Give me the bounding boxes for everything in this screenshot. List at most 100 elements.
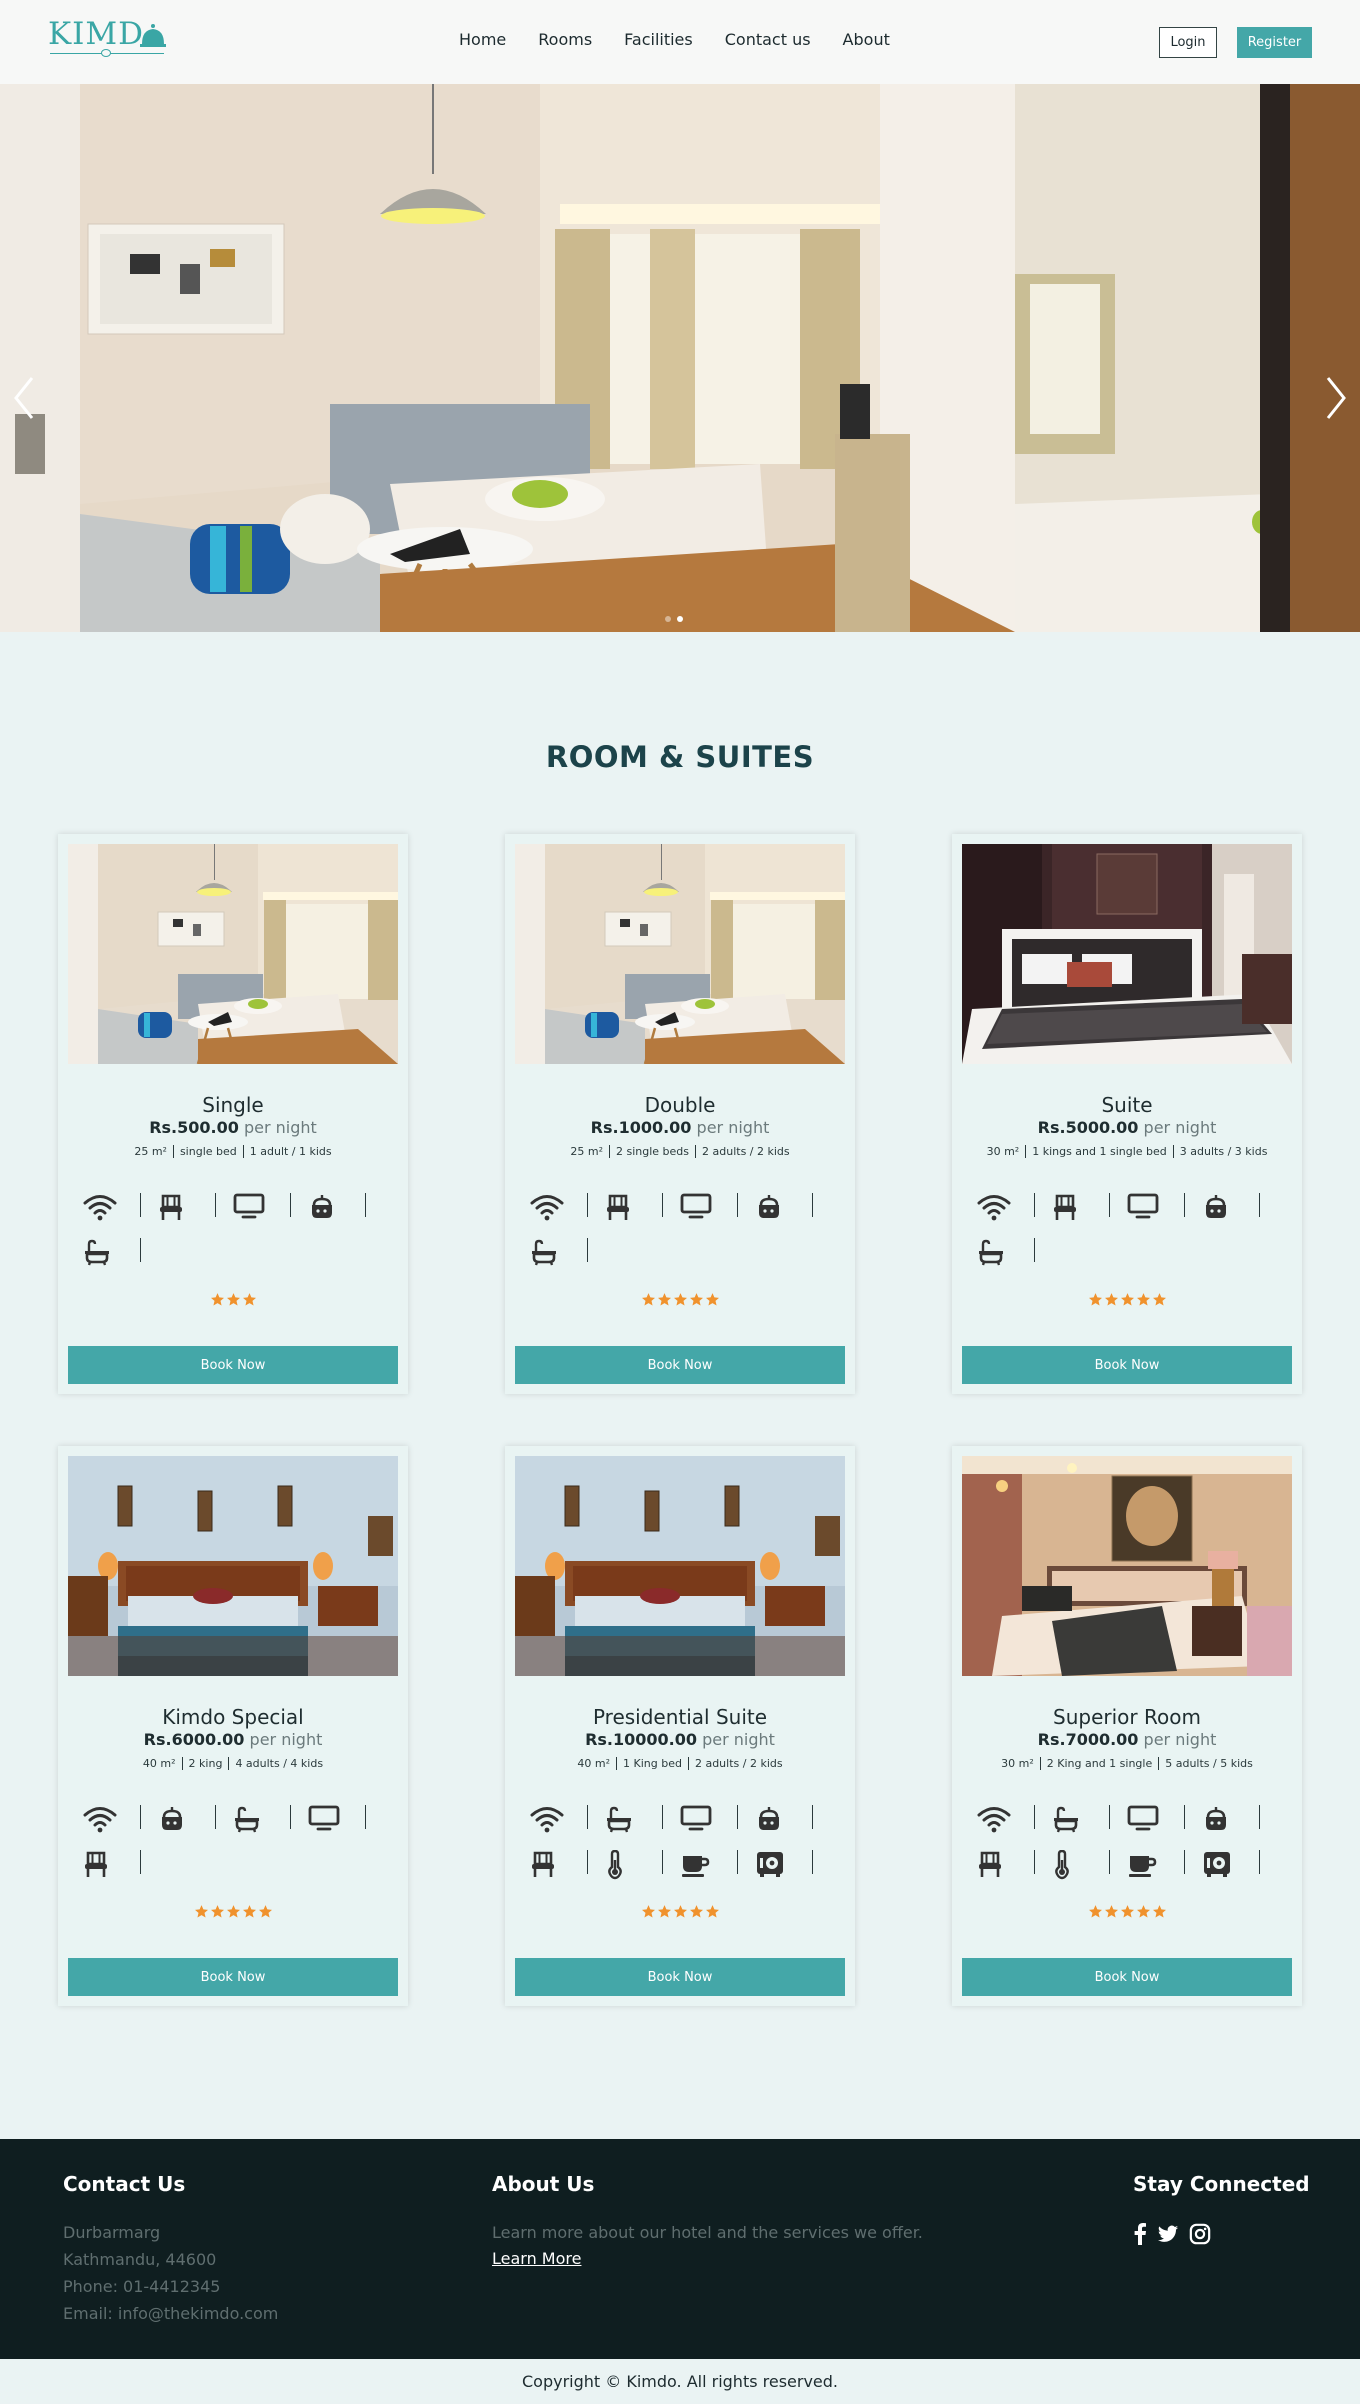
section-title: ROOM & SUITES (545, 740, 815, 774)
star-icon (1152, 1292, 1167, 1307)
room-image[interactable] (515, 844, 845, 1064)
room-image[interactable] (68, 844, 398, 1064)
amenity-icon (530, 1193, 564, 1221)
room-detail-item: 2 single beds (608, 1145, 695, 1158)
room-price: Rs.10000.00 per night (505, 1730, 855, 1749)
price-value: Rs.500.00 (149, 1118, 239, 1137)
facebook-icon[interactable] (1133, 2223, 1147, 2245)
book-now-button[interactable]: Book Now (962, 1958, 1292, 1996)
amenity-divider (215, 1805, 216, 1829)
amenity-divider (140, 1850, 141, 1874)
room-name: Double (644, 1093, 716, 1117)
star-icon (1088, 1292, 1103, 1307)
book-now-button[interactable]: Book Now (68, 1346, 398, 1384)
room-name: Kimdo Special (162, 1705, 304, 1729)
star-icon (705, 1904, 720, 1919)
star-icon (641, 1292, 656, 1307)
carousel-next-icon[interactable] (1324, 376, 1348, 420)
nav-facilities[interactable]: Facilities (624, 30, 693, 49)
room-name: Single (202, 1093, 264, 1117)
amenity-icon (680, 1805, 712, 1831)
star-icon (641, 1904, 656, 1919)
nav-home[interactable]: Home (459, 30, 506, 49)
room-detail-item: single bed (172, 1145, 243, 1158)
logo[interactable]: KIMD (48, 16, 168, 60)
learn-more-link[interactable]: Learn More (492, 2249, 581, 2268)
nav-rooms[interactable]: Rooms (538, 30, 592, 49)
coffee-cup-icon (1129, 1856, 1157, 1877)
amenity-divider (1109, 1193, 1110, 1217)
amenity-icon (1127, 1850, 1157, 1878)
star-icon (194, 1904, 209, 1919)
chair-icon (607, 1194, 629, 1220)
thermometer-icon (608, 1850, 622, 1880)
amenity-divider (140, 1193, 141, 1217)
carousel-prev-icon[interactable] (12, 376, 36, 420)
amenity-icon (83, 1850, 109, 1878)
room-image[interactable] (962, 1456, 1292, 1676)
amenity-divider (1109, 1805, 1110, 1829)
amenity-icon (530, 1850, 556, 1878)
register-button[interactable]: Register (1237, 27, 1312, 58)
book-now-button[interactable]: Book Now (68, 1958, 398, 1996)
nav-contact[interactable]: Contact us (725, 30, 811, 49)
room-image[interactable] (962, 844, 1292, 1064)
room-details: 30 m² 2 King and 1 single 5 adults / 5 kid… (952, 1757, 1302, 1770)
kettle-icon (759, 1807, 779, 1830)
room-detail-item: 25 m² (570, 1145, 603, 1158)
amenity-divider (662, 1850, 663, 1874)
amenity-divider (1184, 1805, 1185, 1829)
price-unit: per night (249, 1730, 323, 1749)
kettle-icon (162, 1807, 182, 1830)
nav-about[interactable]: About (843, 30, 890, 49)
room-detail-item: 2 King and 1 single (1039, 1757, 1158, 1770)
amenity-divider (587, 1850, 588, 1874)
book-now-button[interactable]: Book Now (962, 1346, 1292, 1384)
star-icon (657, 1904, 672, 1919)
amenities (530, 1193, 830, 1283)
hero-carousel (0, 84, 1360, 632)
carousel-indicator-2[interactable] (677, 616, 683, 622)
login-button[interactable]: Login (1159, 27, 1217, 58)
book-now-button[interactable]: Book Now (515, 1958, 845, 1996)
wifi-icon (83, 1195, 117, 1221)
star-icon (1088, 1904, 1103, 1919)
price-value: Rs.5000.00 (1037, 1118, 1139, 1137)
room-image[interactable] (68, 1456, 398, 1676)
amenity-divider (1034, 1850, 1035, 1874)
amenities (83, 1193, 383, 1283)
amenity-icon (977, 1850, 1003, 1878)
amenity-icon (680, 1193, 712, 1219)
star-icon (1104, 1292, 1119, 1307)
twitter-icon[interactable] (1157, 2223, 1179, 2245)
amenity-icon (158, 1805, 186, 1833)
amenity-icon (1052, 1805, 1080, 1833)
instagram-icon[interactable] (1189, 2223, 1211, 2245)
amenities (977, 1805, 1277, 1895)
amenity-icon (83, 1238, 111, 1266)
room-price: Rs.5000.00 per night (952, 1118, 1302, 1137)
chair-icon (979, 1851, 1001, 1877)
book-now-button[interactable]: Book Now (515, 1346, 845, 1384)
wifi-icon (977, 1807, 1011, 1833)
bathtub-icon (979, 1239, 1003, 1266)
chair-icon (85, 1851, 107, 1877)
nav-links: Home Rooms Facilities Contact us About (459, 30, 890, 49)
kettle-icon (1206, 1195, 1226, 1218)
copyright: Copyright © Kimdo. All rights reserved. (0, 2359, 1360, 2404)
room-detail-item: 2 adults / 2 kids (687, 1757, 789, 1770)
price-value: Rs.7000.00 (1037, 1730, 1139, 1749)
carousel-indicator-1[interactable] (665, 616, 671, 622)
room-detail-item: 4 adults / 4 kids (228, 1757, 329, 1770)
amenity-icon (308, 1193, 336, 1221)
price-value: Rs.6000.00 (143, 1730, 245, 1749)
amenity-icon (158, 1193, 184, 1221)
contact-phone: Phone: 01-4412345 (63, 2277, 221, 2296)
star-icon (1104, 1904, 1119, 1919)
room-image[interactable] (515, 1456, 845, 1676)
amenity-icon (83, 1193, 117, 1221)
star-rating (952, 1292, 1302, 1307)
room-detail-item: 30 m² (986, 1145, 1020, 1158)
room-detail-item: 1 kings and 1 single bed (1025, 1145, 1173, 1158)
room-card: Double Rs.1000.00 per night 25 m² 2 single … (505, 834, 855, 1394)
